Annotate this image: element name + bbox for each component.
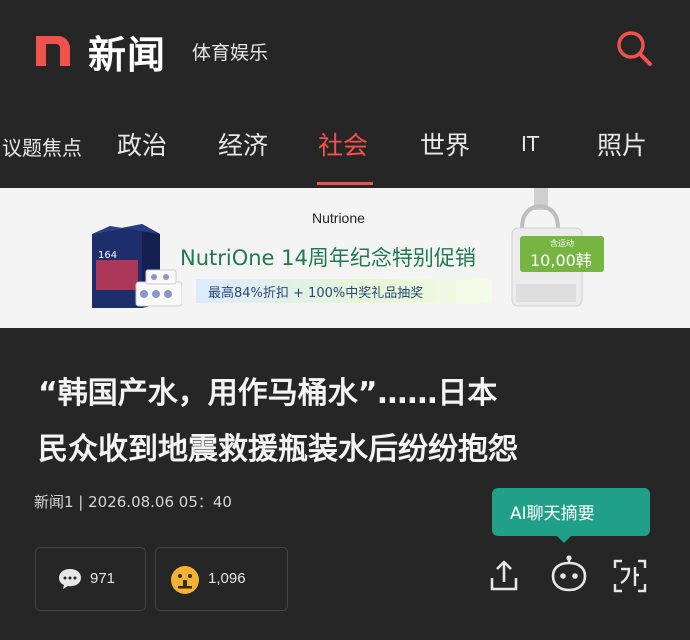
tab-world[interactable]: 世界 [420, 126, 470, 162]
ai-summary-label: AI聊天摘要 [510, 504, 595, 524]
top-header: 新闻 体育娱乐 [0, 0, 690, 96]
tab-photos[interactable]: 照片 [597, 126, 647, 162]
tab-it[interactable]: IT [521, 132, 539, 156]
comment-icon [59, 569, 81, 589]
article-title-line2: 民众收到地震救援瓶装水后纷纷抱怨 [38, 432, 518, 467]
reaction-count: 1,096 [208, 570, 246, 587]
robot-icon[interactable] [549, 554, 589, 594]
article-title-line1: “韩国产水，用作马桶水”……日本 [38, 376, 498, 411]
share-icon[interactable] [486, 558, 522, 594]
category-nav: 议题焦点 政治 经济 社会 世界 IT 照片 [0, 96, 690, 188]
price-text: 10,00韩 [530, 251, 592, 270]
brand-title[interactable]: 新闻 [88, 24, 166, 79]
ai-summary-tooltip-tail [555, 534, 573, 543]
tab-economy[interactable]: 经济 [218, 126, 268, 162]
reaction-emoji-icon [171, 566, 199, 594]
tab-society[interactable]: 社会 [318, 126, 368, 162]
active-tab-indicator [317, 182, 373, 185]
ai-summary-tooltip[interactable]: AI聊天摘要 [492, 488, 650, 536]
n-logo-icon[interactable] [34, 30, 72, 68]
tab-issues[interactable]: 议题焦点 [2, 132, 82, 161]
comments-button[interactable]: 971 [35, 547, 146, 611]
product-box-image: 164 [92, 224, 182, 308]
price-badge: 含运动 10,00韩 [520, 236, 604, 272]
reactions-button[interactable]: 1,096 [155, 547, 288, 611]
ad-headline: NutriOne 14周年纪念特别促销 [180, 246, 476, 270]
comment-count: 971 [90, 570, 116, 587]
search-icon[interactable] [614, 28, 654, 68]
article-title: “韩国产水，用作马桶水”……日本 民众收到地震救援瓶装水后纷纷抱怨 [38, 366, 658, 478]
box-number: 164 [98, 250, 117, 261]
font-size-icon[interactable] [612, 558, 648, 594]
tab-politics[interactable]: 政治 [117, 126, 167, 162]
ad-banner[interactable]: 164 Nutrione NutriOne 14周年纪念特别促销 最高84%折扣… [0, 188, 690, 328]
ad-subline: 最高84%折扣 + 100%中奖礼品抽奖 [196, 279, 492, 303]
article-meta: 新闻1 | 2026.08.06 05：40 [34, 493, 232, 511]
section-tag[interactable]: 体育娱乐 [192, 38, 268, 65]
ad-brand: Nutrione [312, 210, 365, 226]
